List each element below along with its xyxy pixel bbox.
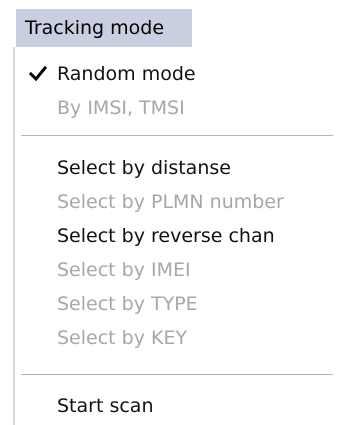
menu-item-random-mode[interactable]: Random mode: [15, 57, 333, 91]
menu-item-label: By IMSI, TMSI: [57, 97, 185, 119]
menu-item-select-by-plmn-number: Select by PLMN number: [15, 185, 333, 219]
menu-item-label: Select by KEY: [57, 327, 188, 349]
checkmark-icon: [29, 65, 47, 82]
menu-item-select-by-distance[interactable]: Select by distanse: [15, 151, 333, 185]
menu-item-label: Select by IMEI: [57, 259, 191, 281]
menu-item-label: Select by TYPE: [57, 293, 198, 315]
menu-item-label: Select by reverse chan: [57, 225, 275, 247]
menu-item-select-by-imei: Select by IMEI: [15, 253, 333, 287]
tracking-mode-menu-title[interactable]: Tracking mode: [16, 9, 192, 47]
menu-item-start-scan[interactable]: Start scan: [15, 389, 333, 423]
menu-item-by-imsi-tmsi: By IMSI, TMSI: [15, 91, 333, 125]
menu-item-select-by-type: Select by TYPE: [15, 287, 333, 321]
menu-item-label: Start scan: [57, 395, 154, 417]
menu-item-label: Select by distanse: [57, 157, 231, 179]
menu-separator: [21, 135, 333, 137]
tracking-mode-dropdown: Random mode By IMSI, TMSI Select by dist…: [13, 47, 333, 425]
menu-separator: [21, 374, 333, 376]
menu-item-select-by-reverse-chan[interactable]: Select by reverse chan: [15, 219, 333, 253]
menu-item-label: Select by PLMN number: [57, 191, 284, 213]
screen: Tracking mode Random mode By IMSI, TMSI …: [0, 0, 342, 425]
menu-item-label: Random mode: [57, 63, 196, 85]
menu-item-select-by-key: Select by KEY: [15, 321, 333, 355]
